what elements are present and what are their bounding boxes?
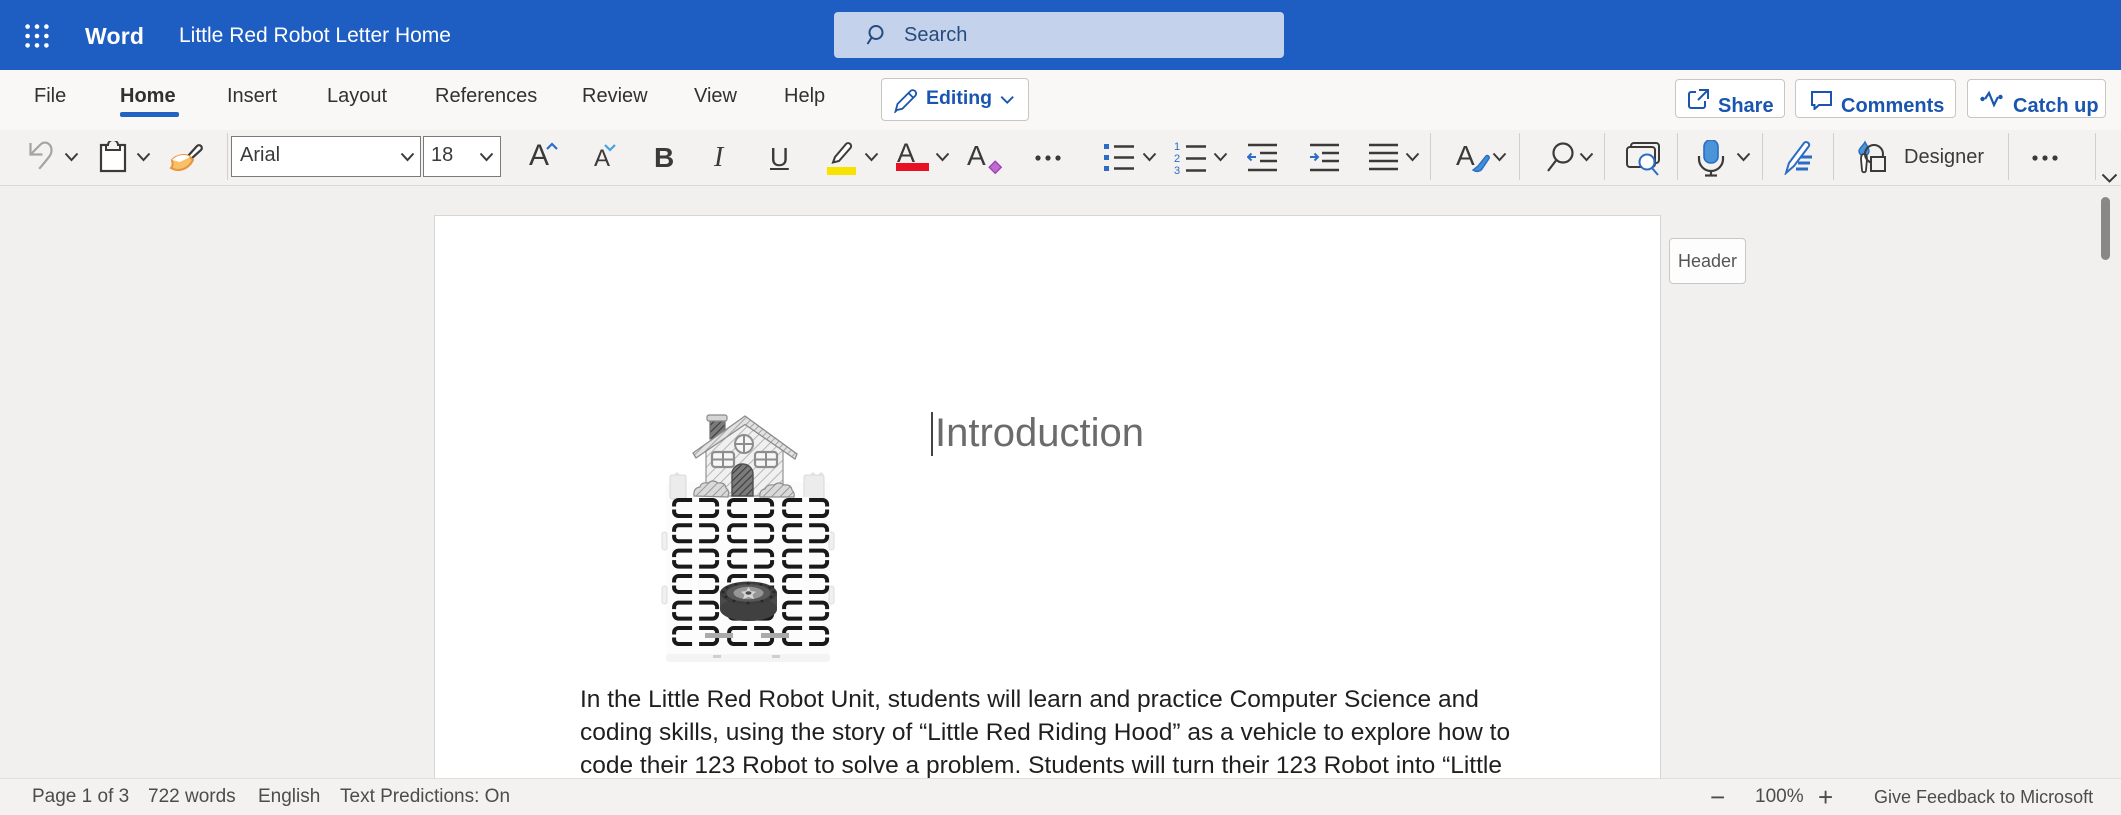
svg-text:1: 1 [1174,141,1180,153]
svg-text:3: 3 [1174,165,1180,175]
svg-text:2: 2 [1174,153,1180,165]
